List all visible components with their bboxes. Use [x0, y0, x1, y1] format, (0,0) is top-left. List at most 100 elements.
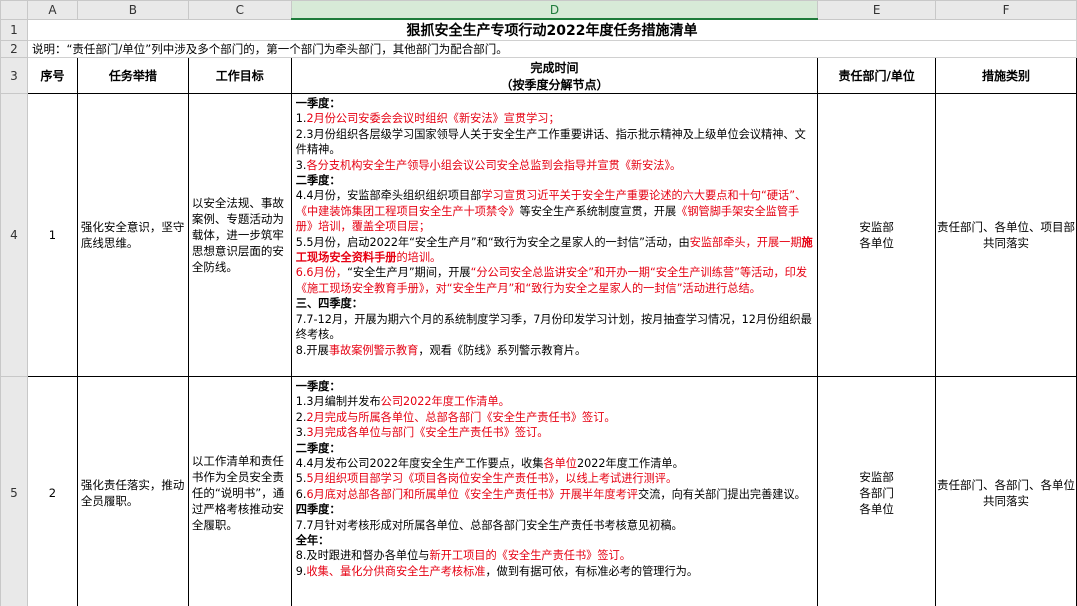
column-header-f[interactable]: F: [935, 0, 1077, 20]
plan-text-segment: 5.5月份，启动2022年“安全生产月”和“致行为安全之星家人的一封信”活动，由: [295, 235, 690, 249]
plan-text-segment: 3月完成各单位与部门《安全生产责任书》签订。: [306, 426, 549, 440]
row-header-1[interactable]: 1: [0, 18, 28, 41]
row-header-5[interactable]: 5: [0, 376, 28, 606]
plan-line: 6.6月底对总部各部门和所属单位《安全生产责任书》开展半年度考评交流，向有关部门…: [296, 487, 813, 502]
plan-line: 5.5月组织项目部学习《项目各岗位安全生产责任书》，以线上考试进行测评。: [296, 471, 813, 486]
plan-line: 3.3月完成各单位与部门《安全生产责任书》签订。: [296, 425, 813, 440]
dept-cell[interactable]: 安监部 各单位: [817, 93, 937, 377]
note-cell[interactable]: 说明：“责任部门/单位”列中涉及多个部门的，第一个部门为牵头部门，其他部门为配合…: [26, 40, 1077, 58]
plan-text-segment: 交流，向有关部门提出完善建议。: [638, 487, 806, 501]
goal-cell[interactable]: 以工作清单和责任书作为全员安全责任的“说明书”，通过严格考核推动安全履职。: [187, 376, 292, 606]
plan-line: 一季度：: [296, 379, 813, 394]
plan-text-segment: 二季度：: [295, 441, 341, 455]
plan-text-segment: 三、四季度：: [295, 297, 363, 311]
title-cell[interactable]: 狠抓安全生产专项行动2022年度任务措施清单: [26, 18, 1077, 41]
column-header-row: A B C D E F: [0, 0, 1077, 20]
plan-text-segment: 1.: [295, 112, 307, 126]
plan-text-segment: 6.: [295, 487, 307, 501]
column-header-d[interactable]: D: [290, 0, 819, 20]
plan-text-segment: 二季度：: [295, 174, 341, 188]
measure-cell[interactable]: 强化安全意识，坚守底线思维。: [76, 93, 189, 377]
category-cell[interactable]: 责任部门、各单位、项目部共同落实: [935, 93, 1077, 377]
plan-text-segment: “分公司安全总监讲安全”和开办一期“安全生产训练营”等活动，: [470, 266, 785, 280]
plan-text-segment: “安全生产月”期间，开展: [347, 266, 471, 280]
plan-line: 二季度：: [296, 441, 813, 456]
header-goal[interactable]: 工作目标: [187, 57, 292, 94]
plan-line: 7.7月针对考核形成对所属各单位、总部各部门安全生产责任书考核意见初稿。: [296, 518, 813, 533]
sheet-row-3: 3 序号 任务举措 工作目标 完成时间 （按季度分解节点） 责任部门/单位 措施…: [0, 57, 1077, 94]
header-dept[interactable]: 责任部门/单位: [817, 57, 937, 94]
plan-text-segment: 四季度：: [295, 503, 341, 517]
header-measure[interactable]: 任务举措: [76, 57, 189, 94]
row-header-4[interactable]: 4: [0, 93, 28, 377]
plan-line: 2.3月份组织各层级学习国家领导人关于安全生产工作重要讲话、指示批示精神及上级单…: [296, 127, 813, 158]
row-header-2[interactable]: 2: [0, 40, 28, 58]
plan-text-segment: 8.开展: [295, 343, 329, 357]
plan-text-segment: 安监部牵头，开展一期: [689, 235, 802, 249]
plan-text-segment: 各分支机构安全生产领导小组会议公司安全总监到会指导并宣贯《新安法》。: [306, 158, 682, 172]
plan-text-segment: 等安全生产系统制度宣贯，开展: [519, 204, 677, 218]
header-time[interactable]: 完成时间 （按季度分解节点）: [290, 57, 819, 94]
plan-text-segment: ，观看《防线》系列警示教育片。: [418, 343, 587, 357]
plan-line: 四季度：: [296, 502, 813, 517]
sheet-row-2: 2 说明：“责任部门/单位”列中涉及多个部门的，第一个部门为牵头部门，其他部门为…: [0, 40, 1077, 58]
plan-text-segment: 5月组织项目部学习《项目各岗位安全生产责任书》，以线上考试进行测评。: [306, 472, 678, 486]
plan-line: 1.2月份公司安委会会议时组织《新安法》宣贯学习；: [296, 111, 813, 126]
plan-text-segment: 6.6月份，: [295, 266, 348, 280]
plan-text-segment: 全年：: [295, 534, 330, 548]
plan-text-segment: 的培训。: [396, 251, 442, 265]
plan-text-segment: 一季度：: [295, 380, 341, 393]
plan-text-segment: 3.: [295, 426, 307, 440]
column-header-c[interactable]: C: [187, 0, 292, 20]
plan-text-segment: 8.及时跟进和督办各单位与: [295, 549, 430, 563]
category-cell[interactable]: 责任部门、各部门、各单位共同落实: [935, 376, 1077, 606]
plan-line: 全年：: [296, 533, 813, 548]
plan-text-segment: ，做到有据可依，有标准必考的管理行为。: [485, 564, 699, 578]
plan-line: 4.4月份，安监部牵头组织组织项目部学习宣贯习近平关于安全生产重要论述的六大要点…: [296, 188, 813, 234]
dept-cell[interactable]: 安监部 各部门 各单位: [817, 376, 937, 606]
plan-text-segment: 7.7月针对考核形成对所属各单位、总部各部门安全生产责任书考核意见初稿。: [295, 518, 683, 532]
plan-text-segment: 事故案例警示教育: [328, 343, 419, 357]
plan-text-segment: 5.: [295, 472, 307, 486]
plan-line: 二季度：: [296, 173, 813, 188]
column-header-e[interactable]: E: [817, 0, 937, 20]
plan-line: 8.及时跟进和督办各单位与新开工项目的《安全生产责任书》签订。: [296, 548, 813, 563]
plan-text-segment: 3.: [295, 158, 307, 172]
plan-text-segment: 7.7-12月，开展为期六个月的系统制度学习季，7月份印发学习计划，按月抽查学习…: [295, 312, 812, 342]
plan-line: 4.4月发布公司2022年度安全生产工作要点，收集各单位2022年度工作清单。: [296, 456, 813, 471]
header-time-line1: 完成时间: [530, 60, 579, 75]
row-header-3[interactable]: 3: [0, 57, 28, 94]
plan-text-segment: 2022年度工作清单。: [576, 457, 684, 471]
plan-text-segment: 一季度：: [295, 97, 341, 110]
spreadsheet: A B C D E F 1 狠抓安全生产专项行动2022年度任务措施清单 2 说…: [0, 0, 1077, 606]
column-header-a[interactable]: A: [26, 0, 78, 20]
column-header-b[interactable]: B: [76, 0, 189, 20]
plan-line: 7.7-12月，开展为期六个月的系统制度学习季，7月份印发学习计划，按月抽查学习…: [296, 312, 813, 343]
plan-text-segment: 1.3月编制并发布: [295, 395, 381, 409]
seq-cell[interactable]: 1: [26, 93, 78, 377]
plan-cell[interactable]: 一季度： 1.2月份公司安委会会议时组织《新安法》宣贯学习； 2.3月份组织各层级学…: [290, 93, 819, 377]
header-category[interactable]: 措施类别: [935, 57, 1077, 94]
plan-text-segment: 9.: [295, 564, 307, 578]
sheet-row-5: 5 2 强化责任落实，推动全员履职。 以工作清单和责任书作为全员安全责任的“说明…: [0, 376, 1077, 606]
sheet-grid: A B C D E F 1 狠抓安全生产专项行动2022年度任务措施清单 2 说…: [0, 0, 1077, 606]
plan-line: 一季度：: [296, 96, 813, 111]
plan-text-segment: 收集、量化分供商安全生产考核标准: [306, 564, 486, 578]
plan-line: 1.3月编制并发布公司2022年度工作清单。: [296, 394, 813, 409]
measure-cell[interactable]: 强化责任落实，推动全员履职。: [76, 376, 189, 606]
plan-cell[interactable]: 一季度： 1.3月编制并发布公司2022年度工作清单。 2.2月完成与所属各单位、总…: [290, 376, 819, 606]
seq-cell[interactable]: 2: [26, 376, 78, 606]
plan-text-segment: 6月底对总部各部门和所属单位《安全生产责任书》开展半年度考评: [306, 487, 638, 501]
plan-line: 5.5月份，启动2022年“安全生产月”和“致行为安全之星家人的一封信”活动，由…: [296, 235, 813, 266]
plan-text-segment: 2.: [295, 410, 307, 424]
header-seq[interactable]: 序号: [26, 57, 78, 94]
plan-text-segment: 公司2022年度工作清单。: [380, 395, 510, 409]
plan-line: 三、四季度：: [296, 296, 813, 311]
plan-text-segment: 4.4月发布公司2022年度安全生产工作要点，收集: [295, 457, 544, 471]
select-all-corner[interactable]: [0, 0, 28, 20]
plan-line: 3.各分支机构安全生产领导小组会议公司安全总监到会指导并宣贯《新安法》。: [296, 158, 813, 173]
plan-text-segment: 2.3月份组织各层级学习国家领导人关于安全生产工作重要讲话、指示批示精神及上级单…: [295, 127, 806, 157]
sheet-row-1: 1 狠抓安全生产专项行动2022年度任务措施清单: [0, 18, 1077, 41]
goal-cell[interactable]: 以安全法规、事故案例、专题活动为载体，进一步筑牢思想意识层面的安全防线。: [187, 93, 292, 377]
plan-text-segment: 2月完成与所属各单位、总部各部门《安全生产责任书》签订。: [306, 410, 616, 424]
